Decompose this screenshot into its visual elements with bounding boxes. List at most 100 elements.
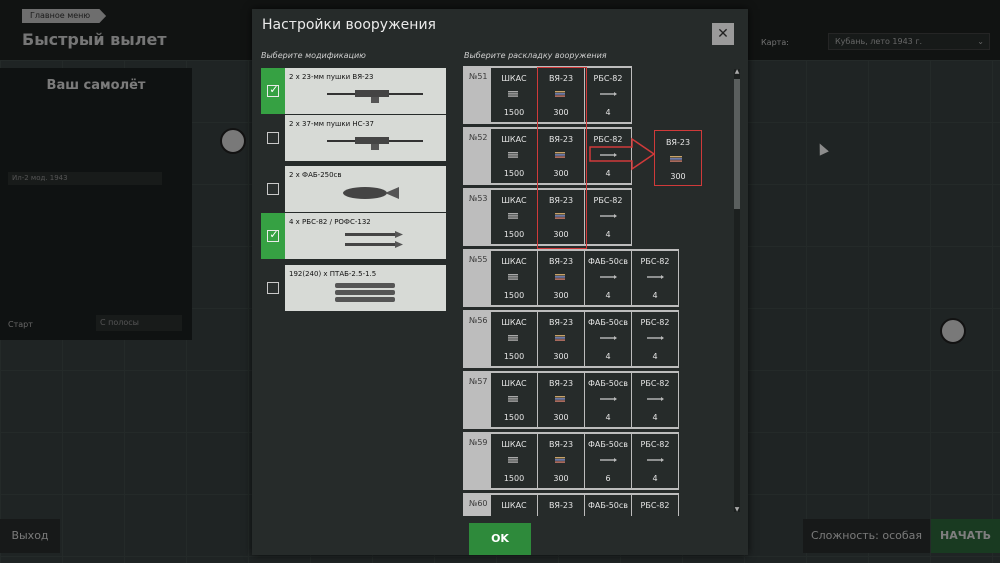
- arrow-icon: [589, 137, 656, 171]
- checkbox[interactable]: [267, 282, 279, 294]
- weapon-cell: ВЯ-23 300: [538, 373, 584, 427]
- weapon-popout: ВЯ-23 300: [654, 130, 702, 186]
- weapon-name: РБС-82: [640, 318, 670, 327]
- ammo-count: 1500: [503, 474, 525, 483]
- ordnance-icon: [600, 458, 617, 462]
- ammo-icon: [508, 152, 518, 158]
- loadout-number: №56: [469, 316, 488, 325]
- weapon-cell: ВЯ-23 300: [538, 434, 584, 488]
- modification-label: 2 x 23-мм пушки ВЯ-23: [289, 73, 374, 81]
- weapon-name: ФАБ-50св: [587, 257, 629, 266]
- weapons-settings-dialog: Настройки вооружения ✕ Выберите модифика…: [252, 9, 748, 555]
- weapon-name: ФАБ-50св: [587, 440, 629, 449]
- loadout-row[interactable]: №60 ШКАС ВЯ-23 ФАБ-50св РБС-82: [463, 493, 679, 516]
- checkbox[interactable]: [267, 183, 279, 195]
- checkmark-icon: ✓: [269, 83, 279, 96]
- weapon-cell: ФАБ-50св: [585, 495, 631, 516]
- ammo-count: 4: [652, 474, 658, 483]
- ammo-count: 4: [605, 352, 611, 361]
- weapon-name: ВЯ-23: [548, 501, 574, 510]
- scrollbar-thumb[interactable]: [734, 79, 740, 209]
- popout-ammo-count: 300: [670, 172, 686, 181]
- modification-item[interactable]: ✓ 2 x 23-мм пушки ВЯ-23: [261, 68, 446, 114]
- weapon-cell: ШКАС 1500: [491, 129, 537, 183]
- loadouts-scrollbar[interactable]: ▲ ▼: [733, 68, 741, 513]
- loadout-row[interactable]: №55 ШКАС 1500 ВЯ-23 300 ФАБ-50св 4 РБС-82 4: [463, 249, 679, 307]
- modification-label: 2 x ФАБ-250св: [289, 171, 342, 179]
- loadout-number: №51: [469, 72, 488, 81]
- checkbox[interactable]: ✓: [267, 228, 279, 242]
- ammo-count: 4: [605, 291, 611, 300]
- weapon-cell: РБС-82 4: [632, 373, 678, 427]
- ammo-count: 300: [553, 413, 569, 422]
- weapon-cell: ВЯ-23: [538, 495, 584, 516]
- ammo-count: 4: [652, 352, 658, 361]
- loadout-row[interactable]: №57 ШКАС 1500 ВЯ-23 300 ФАБ-50св 4 РБС-82 4: [463, 371, 679, 429]
- weapon-cell: ВЯ-23 300: [538, 312, 584, 366]
- weapon-cell: ШКАС 1500: [491, 312, 537, 366]
- ammo-count: 4: [605, 108, 611, 117]
- ordnance-icon: [600, 214, 617, 218]
- dialog-title: Настройки вооружения: [262, 17, 436, 33]
- ammo-icon: [508, 213, 518, 219]
- ammo-count: 4: [652, 291, 658, 300]
- ammo-count: 6: [605, 474, 611, 483]
- weapon-cell: ШКАС 1500: [491, 68, 537, 122]
- weapon-cell: ФАБ-50св 4: [585, 251, 631, 305]
- weapon-name: ФАБ-50св: [587, 379, 629, 388]
- scroll-up-icon[interactable]: ▲: [733, 68, 741, 75]
- modification-item[interactable]: 2 x ФАБ-250св: [261, 166, 446, 212]
- modification-item[interactable]: 192(240) x ПТАБ-2.5-1.5: [261, 265, 446, 311]
- modification-item[interactable]: 2 x 37-мм пушки НС-37: [261, 115, 446, 161]
- close-icon[interactable]: ✕: [712, 23, 734, 45]
- weapon-cell: ШКАС 1500: [491, 373, 537, 427]
- ordnance-icon: [600, 397, 617, 401]
- weapon-name: ШКАС: [501, 379, 527, 388]
- weapon-cell: ВЯ-23 300: [538, 251, 584, 305]
- weapon-cell: РБС-82 4: [632, 434, 678, 488]
- ammo-count: 4: [652, 413, 658, 422]
- ordnance-icon: [647, 397, 664, 401]
- ammo-count: 300: [553, 352, 569, 361]
- weapon-name: ШКАС: [501, 135, 527, 144]
- loadout-row[interactable]: №56 ШКАС 1500 ВЯ-23 300 ФАБ-50св 4 РБС-82 4: [463, 310, 679, 368]
- weapon-name: ВЯ-23: [548, 318, 574, 327]
- weapon-name: ШКАС: [501, 440, 527, 449]
- weapon-name: РБС-82: [593, 196, 623, 205]
- ammo-icon: [508, 457, 518, 463]
- checkbox-cell[interactable]: [261, 115, 285, 161]
- weapon-cell: ШКАС 1500: [491, 251, 537, 305]
- loadout-number: №55: [469, 255, 488, 264]
- ammo-icon: [508, 335, 518, 341]
- checkbox-cell[interactable]: ✓: [261, 213, 285, 259]
- checkbox-cell[interactable]: [261, 265, 285, 311]
- weapon-name: ШКАС: [501, 74, 527, 83]
- weapon-name: ШКАС: [501, 501, 527, 510]
- ok-button[interactable]: OK: [469, 523, 531, 555]
- ammo-icon: [508, 396, 518, 402]
- ammo-icon: [508, 274, 518, 280]
- ordnance-icon: [600, 92, 617, 96]
- checkbox-cell[interactable]: ✓: [261, 68, 285, 114]
- weapon-cell: ШКАС: [491, 495, 537, 516]
- weapon-name: ВЯ-23: [548, 257, 574, 266]
- weapon-name: ВЯ-23: [548, 379, 574, 388]
- ammo-count: 1500: [503, 291, 525, 300]
- highlight-frame: [537, 67, 587, 249]
- weapon-cell: ШКАС 1500: [491, 190, 537, 244]
- weapon-cell: РБС-82 4: [632, 312, 678, 366]
- scroll-down-icon[interactable]: ▼: [733, 506, 741, 513]
- weapon-name: РБС-82: [640, 440, 670, 449]
- checkbox[interactable]: ✓: [267, 83, 279, 97]
- checkbox-cell[interactable]: [261, 166, 285, 212]
- weapon-name: ФАБ-50св: [587, 318, 629, 327]
- weapon-cell: ФАБ-50св 4: [585, 373, 631, 427]
- ordnance-icon: [647, 336, 664, 340]
- modification-item[interactable]: ✓ 4 x РБС-82 / РОФС-132: [261, 213, 446, 259]
- weapon-name: ШКАС: [501, 196, 527, 205]
- checkbox[interactable]: [267, 132, 279, 144]
- loadout-number: №60: [469, 499, 488, 508]
- popout-weapon-name: ВЯ-23: [665, 138, 691, 147]
- weapon-name: ШКАС: [501, 318, 527, 327]
- loadout-row[interactable]: №59 ШКАС 1500 ВЯ-23 300 ФАБ-50св 6 РБС-82 4: [463, 432, 679, 490]
